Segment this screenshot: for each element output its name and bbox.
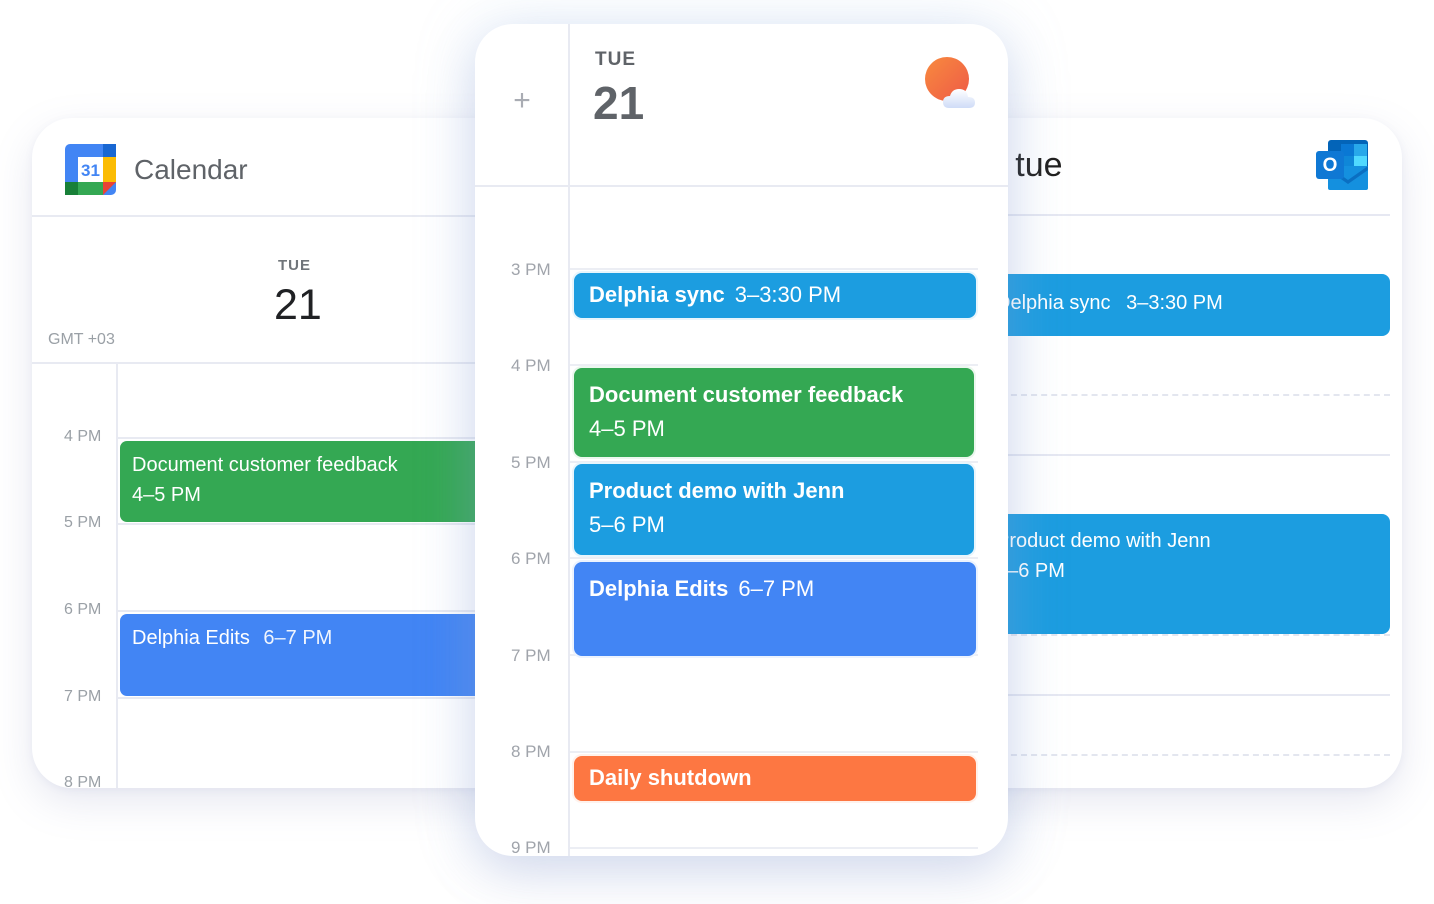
outlook-icon: O — [1316, 140, 1368, 190]
event-time: 3–3:30 PM — [734, 282, 842, 307]
day-number[interactable]: 21 — [274, 281, 322, 330]
time-label: 9 PM — [511, 838, 551, 856]
event-title: Product demo with Jenn — [996, 530, 1211, 552]
event-title: Product demo with Jenn — [589, 478, 845, 503]
time-label: 7 PM — [64, 688, 102, 705]
time-label: 8 PM — [64, 774, 102, 788]
grid-top-divider — [32, 362, 552, 364]
app-title: Calendar — [134, 154, 248, 185]
time-label: 6 PM — [64, 601, 102, 618]
time-label: 7 PM — [511, 646, 551, 665]
hour-line — [570, 847, 978, 849]
event-time: 3–3:30 PM — [1126, 292, 1223, 314]
time-label: 4 PM — [511, 356, 551, 375]
app-day-panel: + TUE 21 3 PM 4 PM 5 PM 6 PM 7 PM 8 PM 9… — [475, 24, 1008, 856]
day-number[interactable]: 21 — [593, 76, 644, 130]
time-label: 5 PM — [511, 453, 551, 472]
day-of-week: TUE — [595, 49, 636, 70]
event-title: Daily shutdown — [589, 765, 752, 790]
hour-line — [570, 268, 978, 270]
event-delphia-edits[interactable]: Delphia Edits 6–7 PM — [572, 560, 978, 658]
time-label: 6 PM — [511, 549, 551, 568]
header-divider — [32, 215, 552, 217]
time-column-divider — [568, 24, 570, 856]
event-title: Delphia sync — [589, 282, 725, 307]
event-delphia-sync[interactable]: Delphia sync 3–3:30 PM — [572, 271, 978, 320]
event-title: Delphia sync — [996, 292, 1111, 314]
time-label: 4 PM — [64, 428, 102, 445]
header-divider — [475, 185, 1008, 187]
event-time: 5–6 PM — [589, 512, 665, 537]
event-title: Delphia Edits — [132, 627, 250, 649]
time-label: 3 PM — [511, 260, 551, 279]
event-time: 4–5 PM — [589, 416, 665, 441]
time-label: 5 PM — [64, 514, 102, 531]
day-of-week: TUE — [278, 257, 311, 274]
event-title: Delphia Edits — [589, 576, 729, 601]
hour-line — [570, 751, 978, 753]
time-column-divider — [116, 364, 118, 788]
google-calendar-icon: 31 — [65, 144, 116, 195]
svg-text:31: 31 — [81, 161, 100, 180]
event-product-demo[interactable]: Product demo with Jenn 5–6 PM — [572, 462, 976, 557]
svg-text:O: O — [1323, 155, 1338, 176]
plus-icon[interactable]: + — [507, 86, 537, 116]
event-time: 6–7 PM — [263, 627, 333, 649]
sun-cloud-icon — [925, 57, 975, 108]
hour-line — [570, 557, 978, 559]
event-time: 6–7 PM — [738, 576, 815, 601]
event-document-customer-feedback[interactable]: Document customer feedback 4–5 PM — [572, 366, 976, 459]
timezone-label: GMT +03 — [48, 331, 115, 348]
event-time: 5–6 PM — [996, 560, 1065, 582]
google-calendar-panel: 31 Calendar TUE 21 GMT +03 4 PM 5 PM 6 P… — [32, 118, 552, 788]
event-title: Document customer feedback — [589, 382, 904, 407]
event-daily-shutdown[interactable]: Daily shutdown — [572, 754, 978, 803]
time-label: 8 PM — [511, 742, 551, 761]
